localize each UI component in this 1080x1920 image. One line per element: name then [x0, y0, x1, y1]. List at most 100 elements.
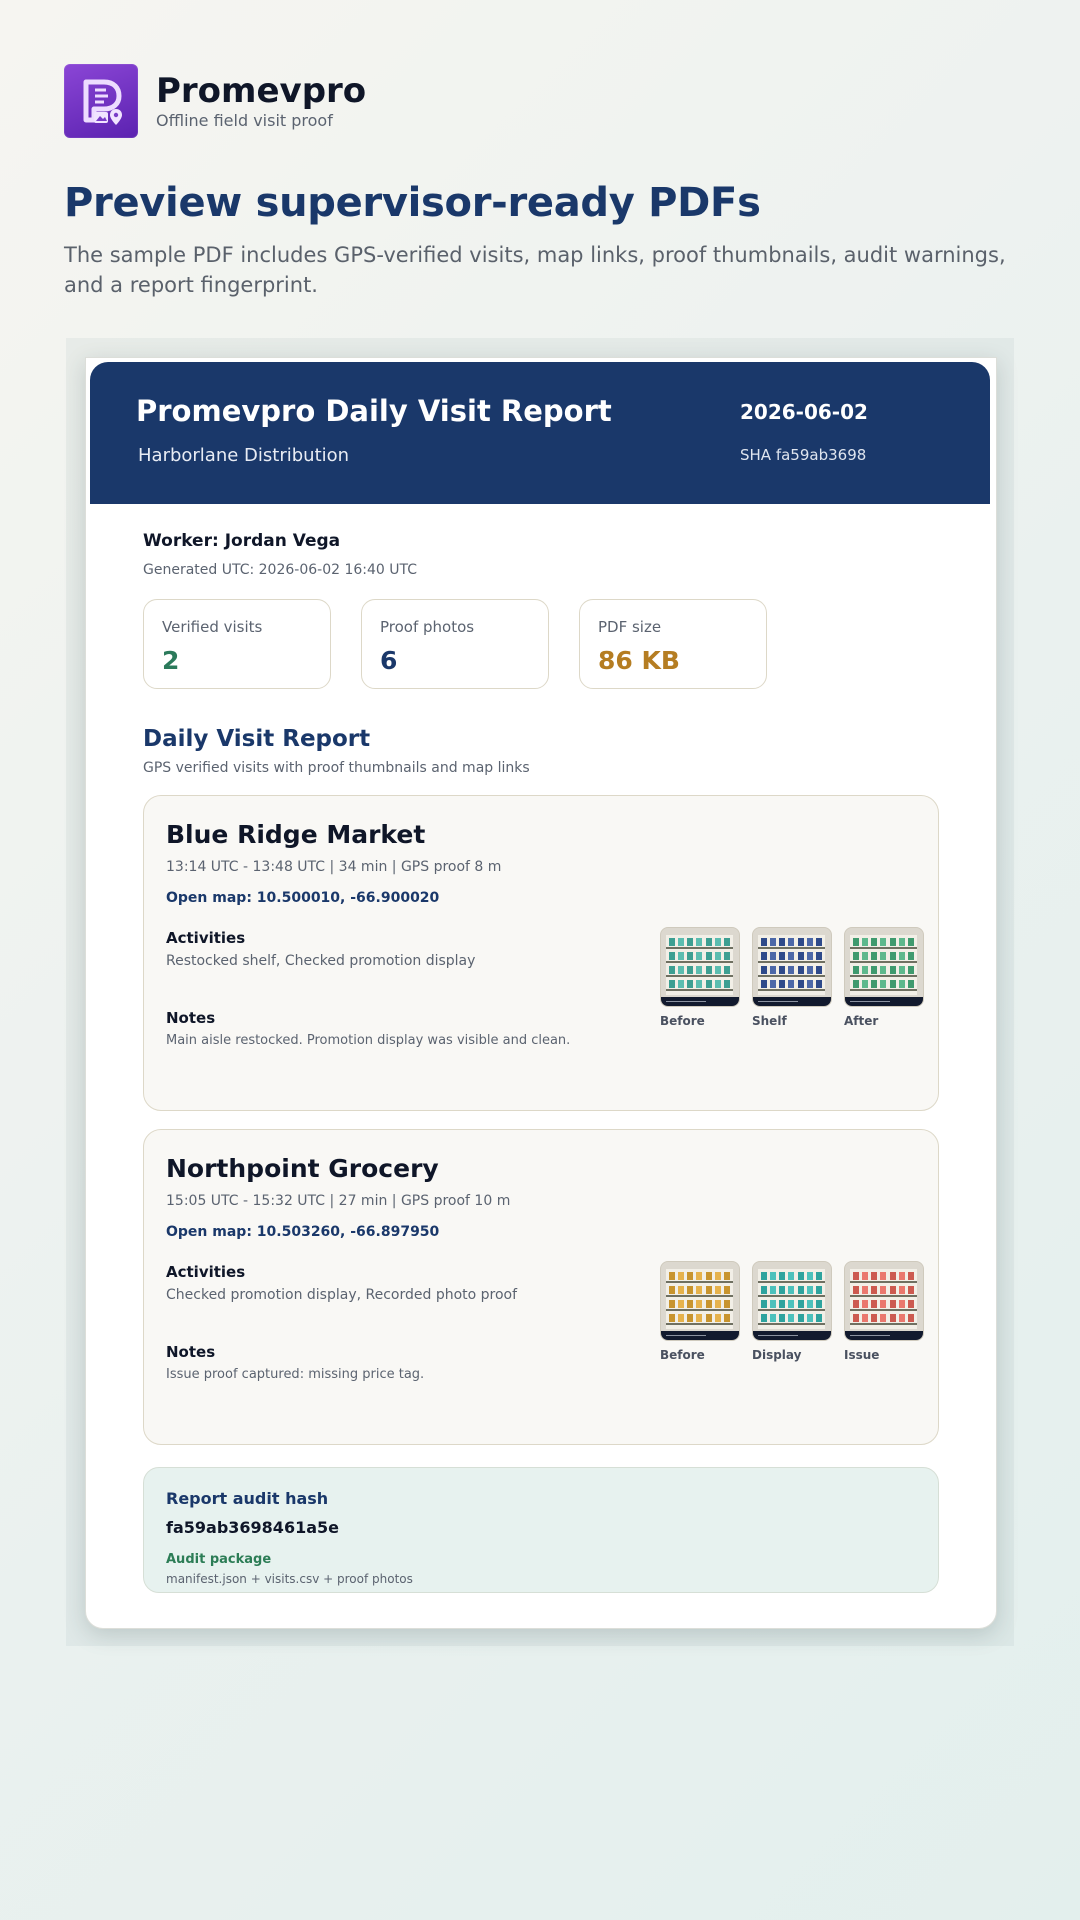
photo-label: Issue	[844, 1348, 880, 1362]
shelf-item	[779, 980, 786, 988]
photo-label: Shelf	[752, 1014, 787, 1028]
shelf-item	[852, 938, 859, 946]
shelf-item	[715, 952, 722, 960]
shelf-item	[871, 1286, 878, 1294]
shelf-item	[705, 1314, 712, 1322]
proof-photo-thumbnail[interactable]: After	[844, 927, 924, 1028]
stat-label: PDF size	[598, 618, 662, 636]
shelf-item	[696, 980, 703, 988]
shelf-item	[724, 966, 731, 974]
activities-heading: Activities	[166, 929, 246, 947]
proof-photo-thumbnail[interactable]: Before	[660, 927, 740, 1028]
shelf-item	[908, 1300, 915, 1308]
shelf-item	[687, 938, 694, 946]
shelf-item	[899, 952, 906, 960]
report-title: Promevpro Daily Visit Report	[136, 394, 612, 428]
shelf-item	[861, 1300, 868, 1308]
shelf-item	[715, 980, 722, 988]
shelf-area	[758, 1269, 825, 1329]
photo-stamp-bar	[661, 997, 739, 1006]
shelf-item	[677, 966, 684, 974]
shelf-item	[788, 952, 795, 960]
shelf-item	[687, 1286, 694, 1294]
shelf-item	[852, 1300, 859, 1308]
shelf-row	[666, 937, 733, 949]
stat-proof-photos: Proof photos 6	[361, 599, 549, 689]
stat-label: Proof photos	[380, 618, 475, 636]
shelf-row	[758, 937, 825, 949]
shelf-item	[668, 980, 675, 988]
shelf-item	[788, 980, 795, 988]
shelf-item	[797, 980, 804, 988]
shelf-item	[861, 980, 868, 988]
shelf-item	[889, 938, 896, 946]
proof-photo-thumbnail[interactable]: Before	[660, 1261, 740, 1362]
shelf-item	[696, 1272, 703, 1280]
shelf-item	[769, 1272, 776, 1280]
shelf-photo-icon	[660, 1261, 740, 1341]
shelf-item	[908, 980, 915, 988]
open-map-link[interactable]: Open map: 10.500010, -66.900020	[166, 890, 439, 906]
shelf-item	[760, 952, 767, 960]
shelf-item	[677, 1272, 684, 1280]
shelf-row	[850, 1299, 917, 1311]
open-map-link[interactable]: Open map: 10.503260, -66.897950	[166, 1224, 439, 1240]
shelf-item	[871, 1314, 878, 1322]
photo-label: Before	[660, 1014, 705, 1028]
shelf-item	[816, 1300, 823, 1308]
photo-stamp-bar	[845, 1331, 923, 1340]
shelf-area	[850, 1269, 917, 1329]
shelf-item	[705, 980, 712, 988]
shelf-item	[779, 952, 786, 960]
proof-photo-thumbnail[interactable]: Shelf	[752, 927, 832, 1028]
report-date: 2026-06-02	[740, 400, 868, 424]
shelf-row	[850, 965, 917, 977]
shelf-item	[889, 1286, 896, 1294]
shelf-item	[889, 1314, 896, 1322]
shelf-item	[769, 980, 776, 988]
shelf-item	[705, 1272, 712, 1280]
shelf-item	[779, 1314, 786, 1322]
photo-stamp-bar	[661, 1331, 739, 1340]
shelf-row	[850, 979, 917, 991]
pdf-preview[interactable]: Promevpro Daily Visit Report Harborlane …	[85, 357, 997, 1629]
shelf-item	[807, 966, 814, 974]
generated-timestamp: Generated UTC: 2026-06-02 16:40 UTC	[143, 562, 418, 578]
shelf-item	[715, 966, 722, 974]
audit-package-title: Audit package	[166, 1552, 272, 1567]
shelf-item	[797, 1286, 804, 1294]
shelf-item	[852, 980, 859, 988]
shelf-photo-icon	[844, 1261, 924, 1341]
shelf-item	[861, 1286, 868, 1294]
shelf-row	[758, 979, 825, 991]
shelf-item	[852, 952, 859, 960]
photo-stamp-bar	[845, 997, 923, 1006]
worker-name: Worker: Jordan Vega	[143, 531, 341, 551]
proof-photo-thumbnail[interactable]: Display	[752, 1261, 832, 1362]
shelf-row	[758, 1285, 825, 1297]
shelf-item	[668, 938, 675, 946]
shelf-item	[807, 952, 814, 960]
shelf-item	[871, 966, 878, 974]
app-header: Promevpro Offline field visit proof	[64, 64, 366, 138]
shelf-item	[880, 966, 887, 974]
activities-text: Checked promotion display, Recorded phot…	[166, 1287, 518, 1303]
shelf-item	[779, 938, 786, 946]
notes-heading: Notes	[166, 1343, 216, 1361]
shelf-item	[880, 938, 887, 946]
shelf-item	[677, 980, 684, 988]
shelf-item	[889, 952, 896, 960]
shelf-item	[899, 980, 906, 988]
shelf-row	[666, 1285, 733, 1297]
shelf-item	[769, 1286, 776, 1294]
shelf-item	[788, 966, 795, 974]
shelf-item	[760, 966, 767, 974]
proof-photo-thumbnail[interactable]: Issue	[844, 1261, 924, 1362]
shelf-item	[871, 938, 878, 946]
shelf-item	[705, 966, 712, 974]
shelf-photo-icon	[752, 1261, 832, 1341]
visit-card: Northpoint Grocery 15:05 UTC - 15:32 UTC…	[143, 1129, 939, 1445]
shelf-item	[788, 1300, 795, 1308]
shelf-item	[696, 1300, 703, 1308]
shelf-item	[816, 980, 823, 988]
